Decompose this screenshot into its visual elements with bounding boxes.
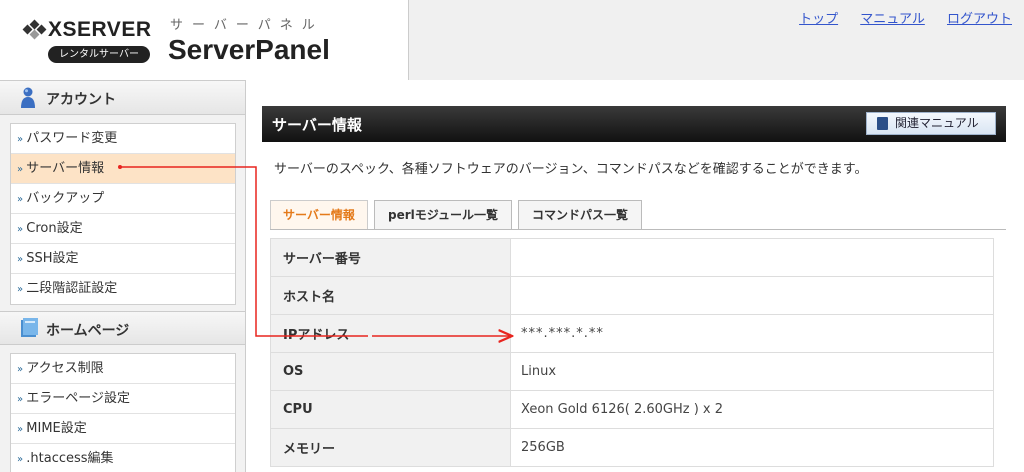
sidebar-item-2fa[interactable]: » 二段階認証設定 xyxy=(11,274,235,304)
server-info-table: サーバー番号 ホスト名 IPアドレス ***.***.*.** OS Linux… xyxy=(270,238,994,467)
tab-divider xyxy=(270,229,1006,230)
sidebar: アカウント » パスワード変更 » サーバー情報 » バックアップ » Cron… xyxy=(0,80,246,472)
row-value: 256GB xyxy=(510,428,994,467)
logout-link[interactable]: ログアウト xyxy=(947,12,1012,27)
table-row: OS Linux xyxy=(270,352,994,391)
book-icon xyxy=(20,318,38,342)
table-row: メモリー 256GB xyxy=(270,428,994,467)
arrow-icon: » xyxy=(17,164,23,175)
row-value xyxy=(510,238,994,277)
row-value xyxy=(510,276,994,315)
sidebar-item-ssh[interactable]: » SSH設定 xyxy=(11,244,235,274)
header: XSERVER レンタルサーバー サーバーパネル ServerPanel トップ… xyxy=(0,0,1024,80)
row-label: OS xyxy=(270,352,511,391)
row-value: Linux xyxy=(510,352,994,391)
table-row: CPU Xeon Gold 6126( 2.60GHz ) x 2 xyxy=(270,390,994,429)
related-manual-button[interactable]: 関連マニュアル xyxy=(866,112,996,135)
tab-perl-modules[interactable]: perlモジュール一覧 xyxy=(374,200,512,230)
sidebar-item-server-info[interactable]: » サーバー情報 xyxy=(11,154,235,184)
sidebar-item-cron[interactable]: » Cron設定 xyxy=(11,214,235,244)
header-nav-area: トップ マニュアル ログアウト xyxy=(408,0,1024,80)
arrow-icon: » xyxy=(17,284,23,295)
sidebar-item-error-page[interactable]: » エラーページ設定 xyxy=(11,384,235,414)
tab-command-paths[interactable]: コマンドパス一覧 xyxy=(518,200,642,230)
page-description: サーバーのスペック、各種ソフトウェアのバージョン、コマンドパスなどを確認すること… xyxy=(274,162,868,177)
arrow-icon: » xyxy=(17,224,23,235)
brand-name: XSERVER xyxy=(48,18,152,41)
arrow-icon: » xyxy=(17,364,23,375)
sidebar-item-mime[interactable]: » MIME設定 xyxy=(11,414,235,444)
arrow-icon: » xyxy=(17,194,23,205)
account-menu: » パスワード変更 » サーバー情報 » バックアップ » Cron設定 » S… xyxy=(10,123,236,305)
section-title: ホームページ xyxy=(46,323,130,339)
sidebar-item-access[interactable]: » アクセス制限 xyxy=(11,354,235,384)
row-label: CPU xyxy=(270,390,511,429)
sidebar-item-htaccess[interactable]: » .htaccess編集 xyxy=(11,444,235,472)
tab-server-info[interactable]: サーバー情報 xyxy=(270,200,368,230)
manual-button-label: 関連マニュアル xyxy=(895,116,979,130)
row-value: Xeon Gold 6126( 2.60GHz ) x 2 xyxy=(510,390,994,429)
arrow-icon: » xyxy=(17,254,23,265)
diamond-logo-icon xyxy=(22,19,47,40)
panel-name: ServerPanel xyxy=(168,34,330,65)
sidebar-item-backup[interactable]: » バックアップ xyxy=(11,184,235,214)
sidebar-section-homepage: ホームページ xyxy=(0,311,245,345)
arrow-icon: » xyxy=(17,394,23,405)
page-title: サーバー情報 xyxy=(272,116,362,134)
sidebar-item-password[interactable]: » パスワード変更 xyxy=(11,124,235,154)
user-icon xyxy=(20,87,36,113)
top-links: トップ マニュアル ログアウト xyxy=(781,8,1012,27)
row-label: ホスト名 xyxy=(270,276,511,315)
sidebar-section-account: アカウント xyxy=(0,81,245,115)
brand-sub: レンタルサーバー xyxy=(48,46,150,63)
panel-kana: サーバーパネル xyxy=(170,18,324,33)
main-content: サーバー情報 関連マニュアル サーバーのスペック、各種ソフトウェアのバージョン、… xyxy=(246,80,1024,472)
table-row: サーバー番号 xyxy=(270,238,994,277)
logo-area: XSERVER レンタルサーバー サーバーパネル ServerPanel xyxy=(0,0,408,80)
row-label: IPアドレス xyxy=(270,314,511,353)
arrow-icon: » xyxy=(17,454,23,465)
page-title-bar: サーバー情報 関連マニュアル xyxy=(262,106,1006,142)
row-label: サーバー番号 xyxy=(270,238,511,277)
row-label: メモリー xyxy=(270,428,511,467)
section-title: アカウント xyxy=(46,92,116,108)
row-value: ***.***.*.** xyxy=(510,314,994,353)
manual-link[interactable]: マニュアル xyxy=(860,12,925,27)
arrow-icon: » xyxy=(17,424,23,435)
table-row: IPアドレス ***.***.*.** xyxy=(270,314,994,353)
homepage-menu: » アクセス制限 » エラーページ設定 » MIME設定 » .htaccess… xyxy=(10,353,236,472)
book-icon xyxy=(877,117,888,130)
top-link[interactable]: トップ xyxy=(799,12,838,27)
table-row: ホスト名 xyxy=(270,276,994,315)
arrow-icon: » xyxy=(17,134,23,145)
